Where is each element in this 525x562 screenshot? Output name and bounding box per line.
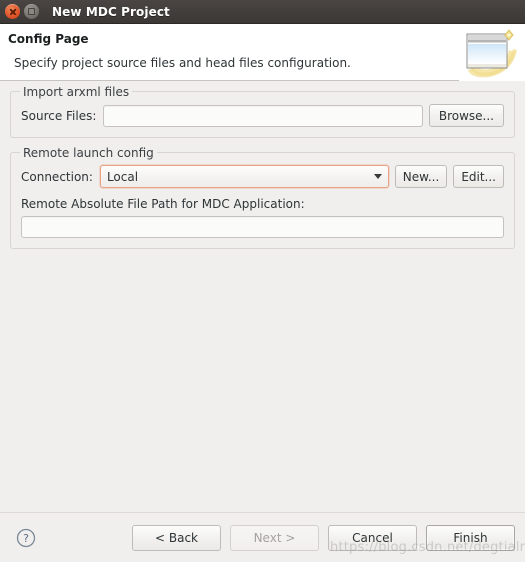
page-title: Config Page [8, 32, 89, 46]
group-remote-launch-config-title: Remote launch config [20, 146, 157, 160]
cancel-button[interactable]: Cancel [328, 524, 417, 551]
svg-text:?: ? [23, 532, 29, 545]
maximize-icon[interactable] [24, 4, 39, 19]
finish-button[interactable]: Finish [426, 524, 515, 551]
group-import-arxml-title: Import arxml files [20, 85, 133, 99]
source-files-row: Source Files: Browse... [21, 104, 504, 127]
next-button: Next > [230, 524, 319, 551]
back-button[interactable]: < Back [132, 524, 221, 551]
connection-label: Connection: [21, 169, 93, 184]
help-icon[interactable]: ? [16, 528, 36, 548]
remote-path-input[interactable] [21, 216, 504, 238]
footer-buttons: < Back Next > Cancel Finish [132, 524, 515, 551]
page-description: Specify project source files and head fi… [14, 56, 351, 70]
wizard-content: Import arxml files Source Files: Browse.… [0, 81, 525, 512]
browse-button[interactable]: Browse... [428, 104, 504, 127]
edit-connection-button[interactable]: Edit... [453, 165, 504, 188]
wizard-header: Config Page Specify project source files… [0, 24, 525, 81]
footer-bar: ? < Back Next > Cancel Finish https://bl… [0, 513, 525, 562]
chevron-down-icon [373, 174, 382, 179]
connection-selected-value: Local [106, 169, 139, 184]
new-connection-button[interactable]: New... [394, 165, 448, 188]
group-remote-launch-config: Remote launch config Connection: Local N… [10, 146, 515, 249]
source-files-input[interactable] [103, 104, 423, 127]
window-title: New MDC Project [52, 4, 170, 19]
connection-combo-wrap: Local [99, 165, 389, 188]
title-bar: New MDC Project [0, 0, 525, 24]
remote-path-label: Remote Absolute File Path for MDC Applic… [21, 197, 305, 211]
wizard-banner-icon [459, 24, 525, 81]
source-files-label: Source Files: [21, 108, 97, 123]
wizard-window: New MDC Project Config Page Specify proj… [0, 0, 525, 562]
connection-row: Connection: Local New... Edit... [21, 165, 504, 188]
group-import-arxml: Import arxml files Source Files: Browse.… [10, 85, 515, 138]
close-icon[interactable] [5, 4, 20, 19]
connection-dropdown[interactable]: Local [99, 165, 389, 188]
